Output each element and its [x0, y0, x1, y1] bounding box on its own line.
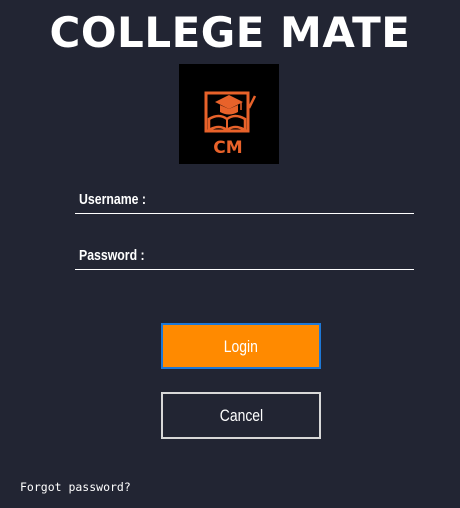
login-button-label: Login: [223, 337, 259, 356]
username-input[interactable]: [159, 190, 413, 214]
username-label: Username :: [79, 191, 146, 208]
password-field[interactable]: Password :: [75, 246, 414, 270]
cancel-button[interactable]: Cancel: [161, 392, 321, 439]
college-mate-logo: CM: [179, 64, 279, 164]
login-button[interactable]: Login: [161, 323, 321, 369]
app-title: COLLEGE MATE: [49, 8, 411, 57]
password-underline: [75, 269, 414, 270]
forgot-password-link[interactable]: Forgot password?: [20, 480, 131, 494]
password-label: Password :: [79, 247, 145, 264]
username-underline: [75, 213, 414, 214]
username-field[interactable]: Username :: [75, 190, 414, 214]
password-input[interactable]: [159, 246, 413, 270]
logo-text: CM: [213, 138, 242, 158]
graduation-book-icon: CM: [204, 91, 257, 158]
cancel-button-label: Cancel: [219, 406, 263, 425]
